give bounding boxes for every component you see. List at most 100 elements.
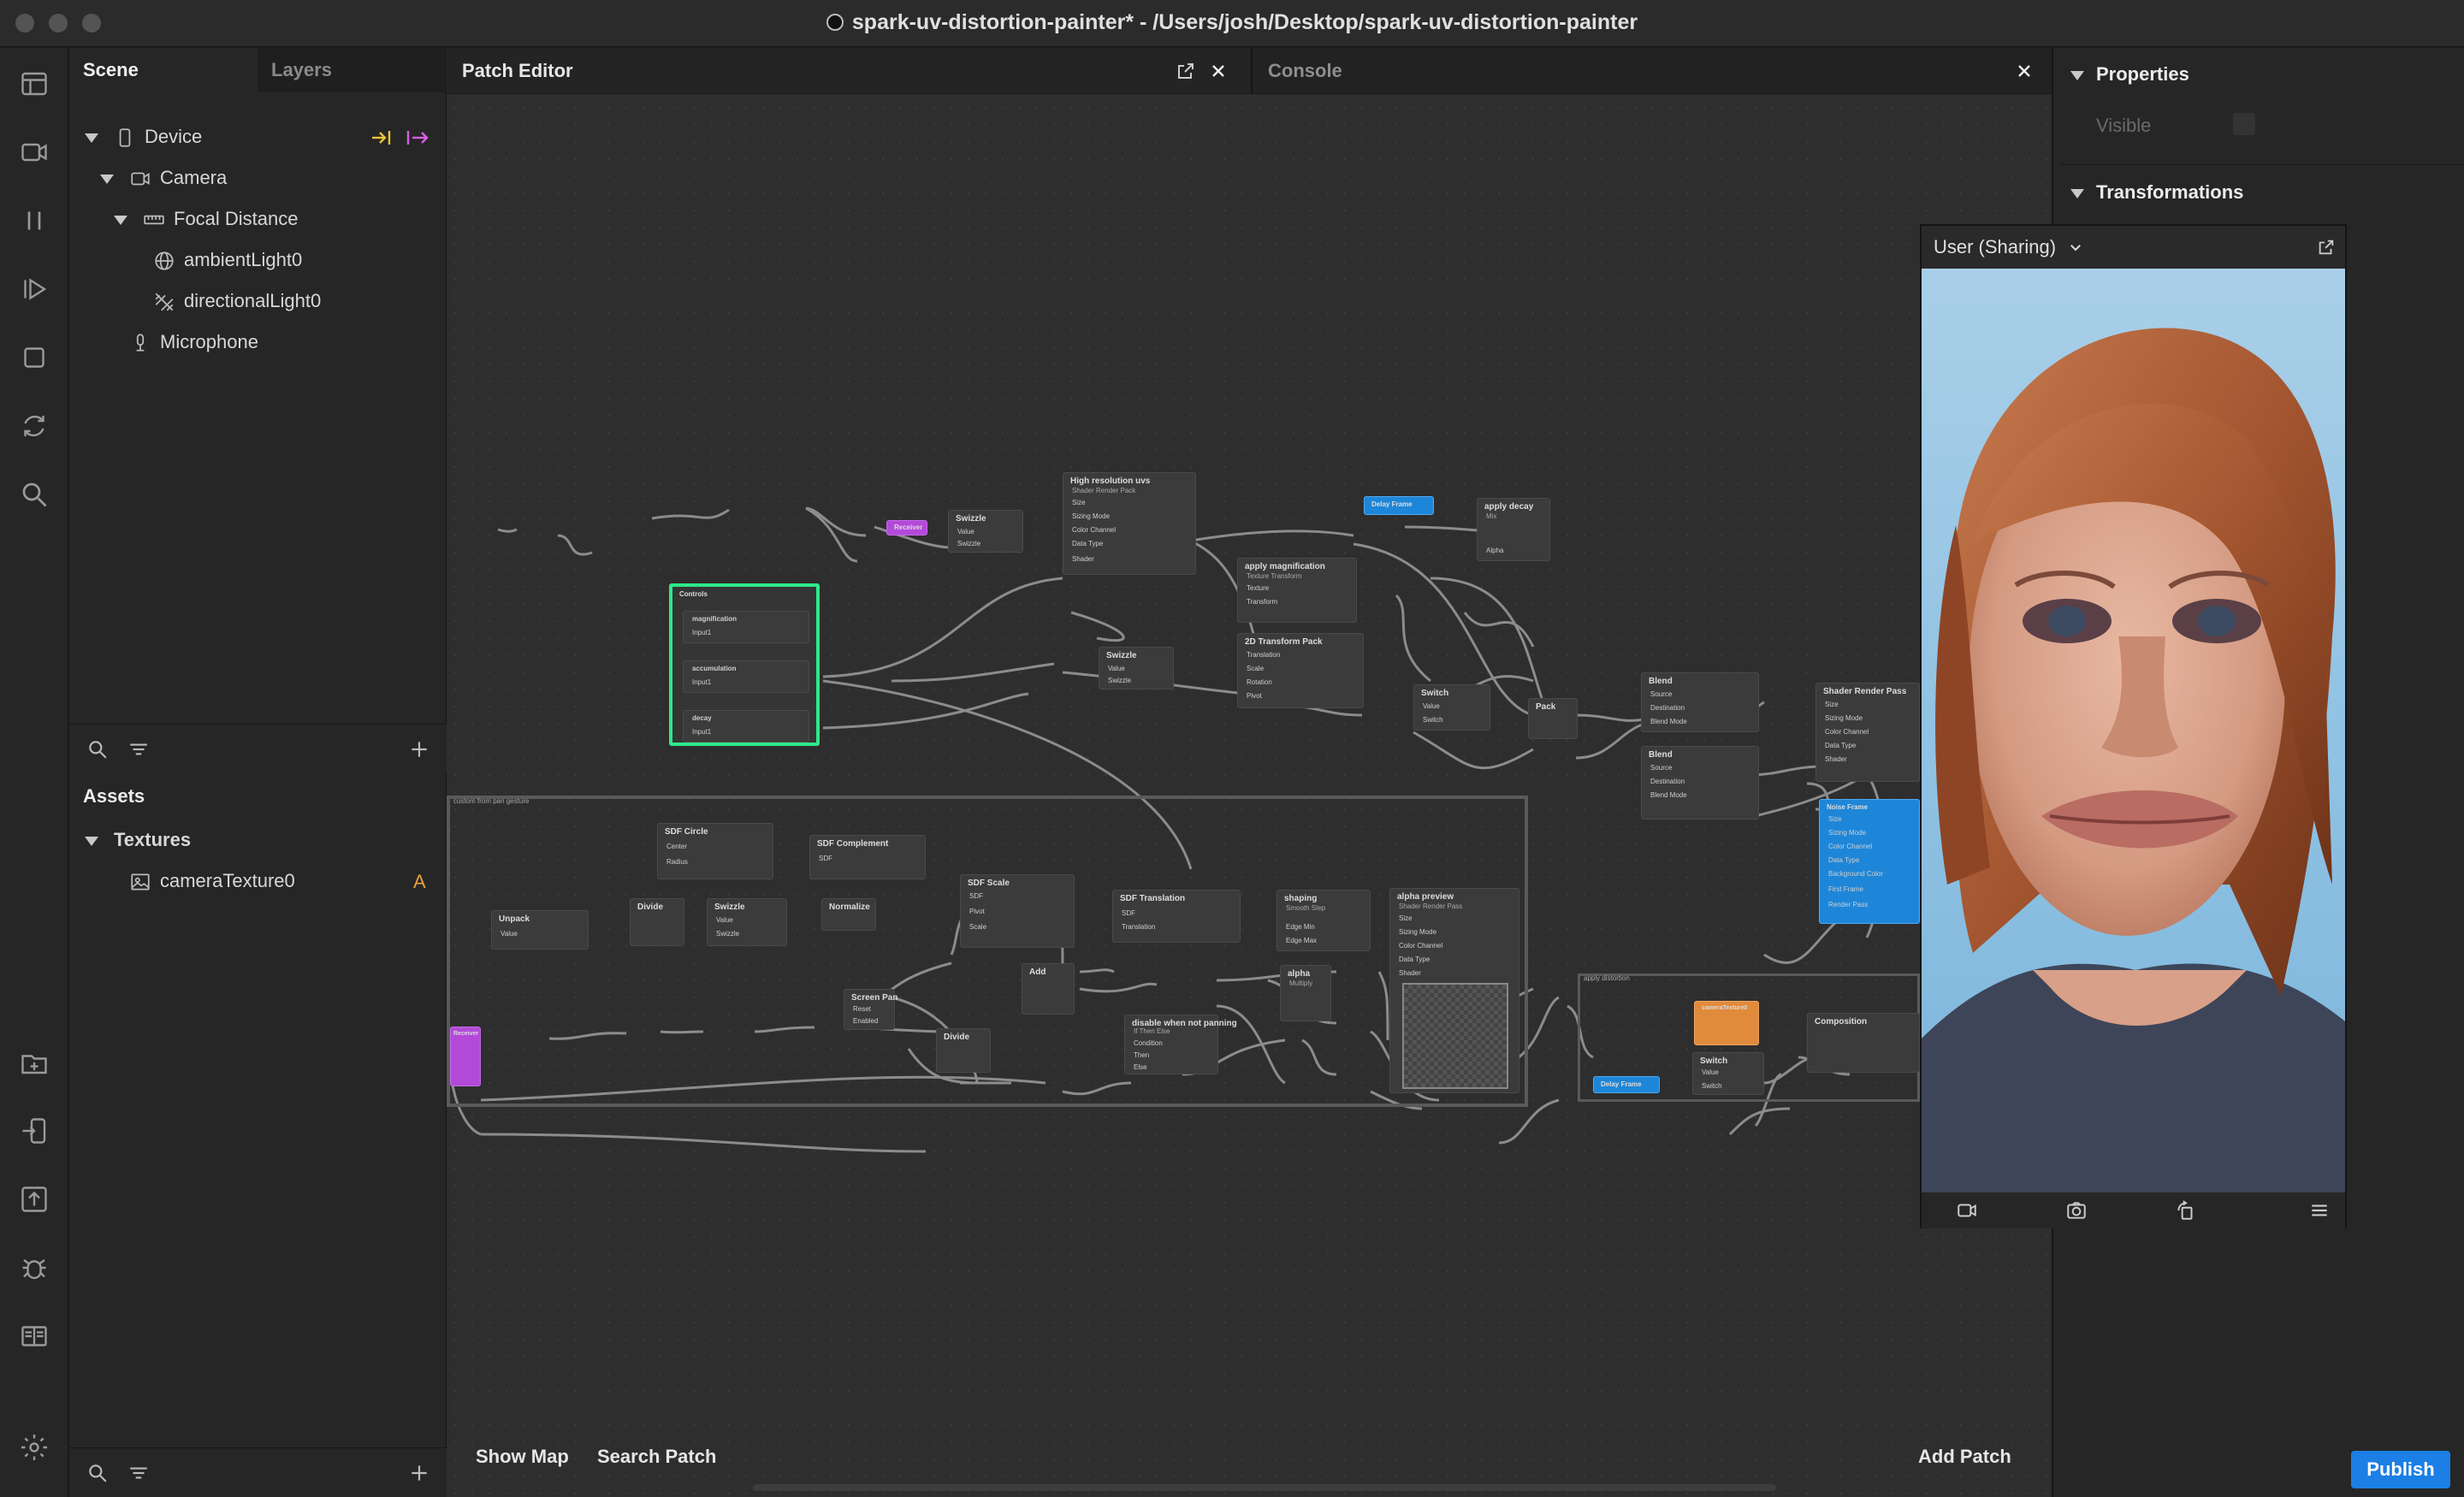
search-patch-button[interactable]: Search Patch xyxy=(597,1446,716,1468)
patch-node-unpack[interactable]: Unpack Value xyxy=(491,910,589,950)
play-icon[interactable] xyxy=(17,272,51,306)
docs-icon[interactable] xyxy=(17,1319,51,1353)
upload-icon[interactable] xyxy=(17,1182,51,1216)
tree-item-camera[interactable]: Camera xyxy=(100,157,227,198)
patch-node-alpha-preview[interactable]: alpha preview Shader Render Pass Size Si… xyxy=(1389,888,1519,1093)
patch-node-sdf-complement[interactable]: SDF Complement SDF xyxy=(809,835,926,879)
patch-node-sdf-circle[interactable]: SDF Circle Center Radius xyxy=(657,823,773,879)
patch-node-high-resolution-uvs[interactable]: High resolution uvs Shader Render Pack S… xyxy=(1063,472,1196,575)
console-title[interactable]: Console xyxy=(1268,60,1342,82)
visible-checkbox[interactable] xyxy=(2233,113,2255,135)
patch-node-divide[interactable]: Divide xyxy=(630,898,684,946)
patch-node-blend[interactable]: Blend Source Destination Blend Mode xyxy=(1641,672,1759,732)
patch-node-subtitle: Shader Render Pass xyxy=(1399,902,1463,910)
add-patch-button[interactable]: Add Patch xyxy=(1918,1446,2011,1468)
rotate-icon[interactable] xyxy=(2175,1199,2197,1222)
search-icon[interactable] xyxy=(86,738,109,760)
patch-node-shader-render-pass[interactable]: Shader Render Pass Size Sizing Mode Colo… xyxy=(1815,683,1920,782)
screenshot-icon[interactable] xyxy=(2065,1199,2088,1222)
horizontal-scrollbar[interactable] xyxy=(753,1484,1776,1491)
globe-icon xyxy=(155,251,174,270)
patch-node-screen-pan[interactable]: Screen Pan Reset Enabled xyxy=(844,989,897,1030)
bug-icon[interactable] xyxy=(17,1251,51,1285)
patch-node-swizzle[interactable]: Swizzle Value Swizzle xyxy=(707,898,787,946)
tree-item-microphone[interactable]: Microphone xyxy=(129,322,258,363)
video-icon[interactable] xyxy=(1956,1199,1978,1222)
tab-scene[interactable]: Scene xyxy=(69,48,258,92)
patch-node-switch[interactable]: Switch Value Switch xyxy=(1692,1052,1764,1095)
caret-down-icon[interactable] xyxy=(2070,70,2084,80)
asset-item-camera-texture[interactable]: cameraTexture0 xyxy=(129,861,295,902)
patch-node-divide[interactable]: Divide xyxy=(936,1028,991,1073)
patch-node-alpha[interactable]: alpha Multiply xyxy=(1280,965,1331,1021)
layout-icon[interactable] xyxy=(17,67,51,101)
patch-node-normalize[interactable]: Normalize xyxy=(821,898,876,931)
patch-port-label: Else xyxy=(1134,1063,1147,1071)
search-icon[interactable] xyxy=(17,477,51,512)
square-icon[interactable] xyxy=(17,340,51,375)
search-icon[interactable] xyxy=(86,1462,109,1484)
sync-icon[interactable] xyxy=(17,409,51,443)
patch-node-title: cameraTexture0 xyxy=(1702,1005,1748,1011)
show-map-button[interactable]: Show Map xyxy=(476,1446,569,1468)
patch-node-receiver[interactable]: Receiver xyxy=(886,520,927,535)
caret-down-icon[interactable] xyxy=(85,836,98,846)
patch-node-switch[interactable]: Switch Value Switch xyxy=(1413,684,1490,731)
tree-item-device[interactable]: Device xyxy=(85,116,202,157)
caret-down-icon[interactable] xyxy=(114,215,127,225)
publish-button[interactable]: Publish xyxy=(2351,1451,2450,1488)
insert-pink-icon[interactable] xyxy=(406,128,429,147)
pop-out-icon[interactable] xyxy=(1176,61,1196,81)
patch-node-pack[interactable]: Pack xyxy=(1528,698,1578,739)
patch-node-add[interactable]: Add xyxy=(1022,963,1075,1015)
video-icon[interactable] xyxy=(17,135,51,169)
patch-node-swizzle[interactable]: Swizzle Value Swizzle xyxy=(1099,647,1174,689)
add-asset-icon[interactable] xyxy=(17,1045,51,1080)
pop-out-icon[interactable] xyxy=(2317,238,2336,257)
caret-down-icon[interactable] xyxy=(2070,188,2084,198)
patch-node-delay-frame[interactable]: Delay Frame xyxy=(1364,496,1434,515)
filter-icon[interactable] xyxy=(127,738,150,760)
patch-node-sdf-translation[interactable]: SDF Translation SDF Translation xyxy=(1112,890,1241,943)
patch-node-blend[interactable]: Blend Source Destination Blend Mode xyxy=(1641,746,1759,820)
control-decay[interactable]: decay Input1 xyxy=(683,710,809,743)
pause-icon[interactable] xyxy=(17,204,51,238)
patch-node-disable-when-not-panning[interactable]: disable when not panning If Then Else Co… xyxy=(1124,1015,1237,1074)
tree-item-directional-light[interactable]: directionalLight0 xyxy=(153,281,321,322)
settings-icon[interactable] xyxy=(17,1430,51,1464)
menu-icon[interactable] xyxy=(2308,1199,2331,1222)
control-magnification[interactable]: magnification Input1 xyxy=(683,611,809,643)
device-icon[interactable] xyxy=(17,1114,51,1148)
patch-node-blue[interactable]: Noise Frame Size Sizing Mode Color Chann… xyxy=(1819,799,1920,924)
patch-node-delay-frame[interactable]: Delay Frame xyxy=(1593,1076,1660,1093)
patch-node-apply-decay[interactable]: apply decay Mix Alpha xyxy=(1477,498,1550,561)
patch-node-shaping[interactable]: shaping Smooth Step Edge Min Edge Max xyxy=(1276,890,1371,951)
patch-node-apply-magnification[interactable]: apply magnification Texture Transform Te… xyxy=(1237,558,1357,623)
tree-item-ambient-light[interactable]: ambientLight0 xyxy=(153,240,302,281)
patch-node-swizzle[interactable]: Swizzle Value Swizzle xyxy=(948,510,1023,553)
tree-item-label: Microphone xyxy=(160,331,258,352)
tree-item-focal-distance[interactable]: Focal Distance xyxy=(114,198,299,240)
camera-preview[interactable] xyxy=(1922,269,2345,1192)
patch-node-2d-transform-pack[interactable]: 2D Transform Pack Translation Scale Rota… xyxy=(1237,633,1364,708)
simulator-device-select[interactable]: User (Sharing) xyxy=(1934,236,2083,258)
close-icon[interactable] xyxy=(2014,61,2035,81)
close-icon[interactable] xyxy=(1208,61,1229,81)
patch-node-composition[interactable]: Composition xyxy=(1807,1013,1920,1073)
transformations-section[interactable]: Transformations xyxy=(2070,181,2243,204)
filter-icon[interactable] xyxy=(127,1462,150,1484)
patch-editor-canvas[interactable] xyxy=(447,48,2052,1497)
add-icon[interactable] xyxy=(408,1462,430,1484)
control-accumulation[interactable]: accumulation Input1 xyxy=(683,660,809,693)
patch-node-sdf-scale[interactable]: SDF Scale SDF Pivot Scale xyxy=(960,874,1075,948)
insert-yellow-icon[interactable] xyxy=(370,128,394,147)
patch-node-receiver[interactable]: Receiver xyxy=(450,1027,481,1086)
patch-node-controls[interactable]: Controls magnification Input1 accumulati… xyxy=(669,583,820,746)
caret-down-icon[interactable] xyxy=(100,174,114,184)
patch-node-camera-texture[interactable]: cameraTexture0 xyxy=(1694,1001,1759,1045)
add-icon[interactable] xyxy=(408,738,430,760)
caret-down-icon[interactable] xyxy=(85,133,98,143)
tab-layers[interactable]: Layers xyxy=(258,48,447,92)
properties-section[interactable]: Properties xyxy=(2070,63,2189,86)
assets-group-textures[interactable]: Textures xyxy=(85,820,191,861)
